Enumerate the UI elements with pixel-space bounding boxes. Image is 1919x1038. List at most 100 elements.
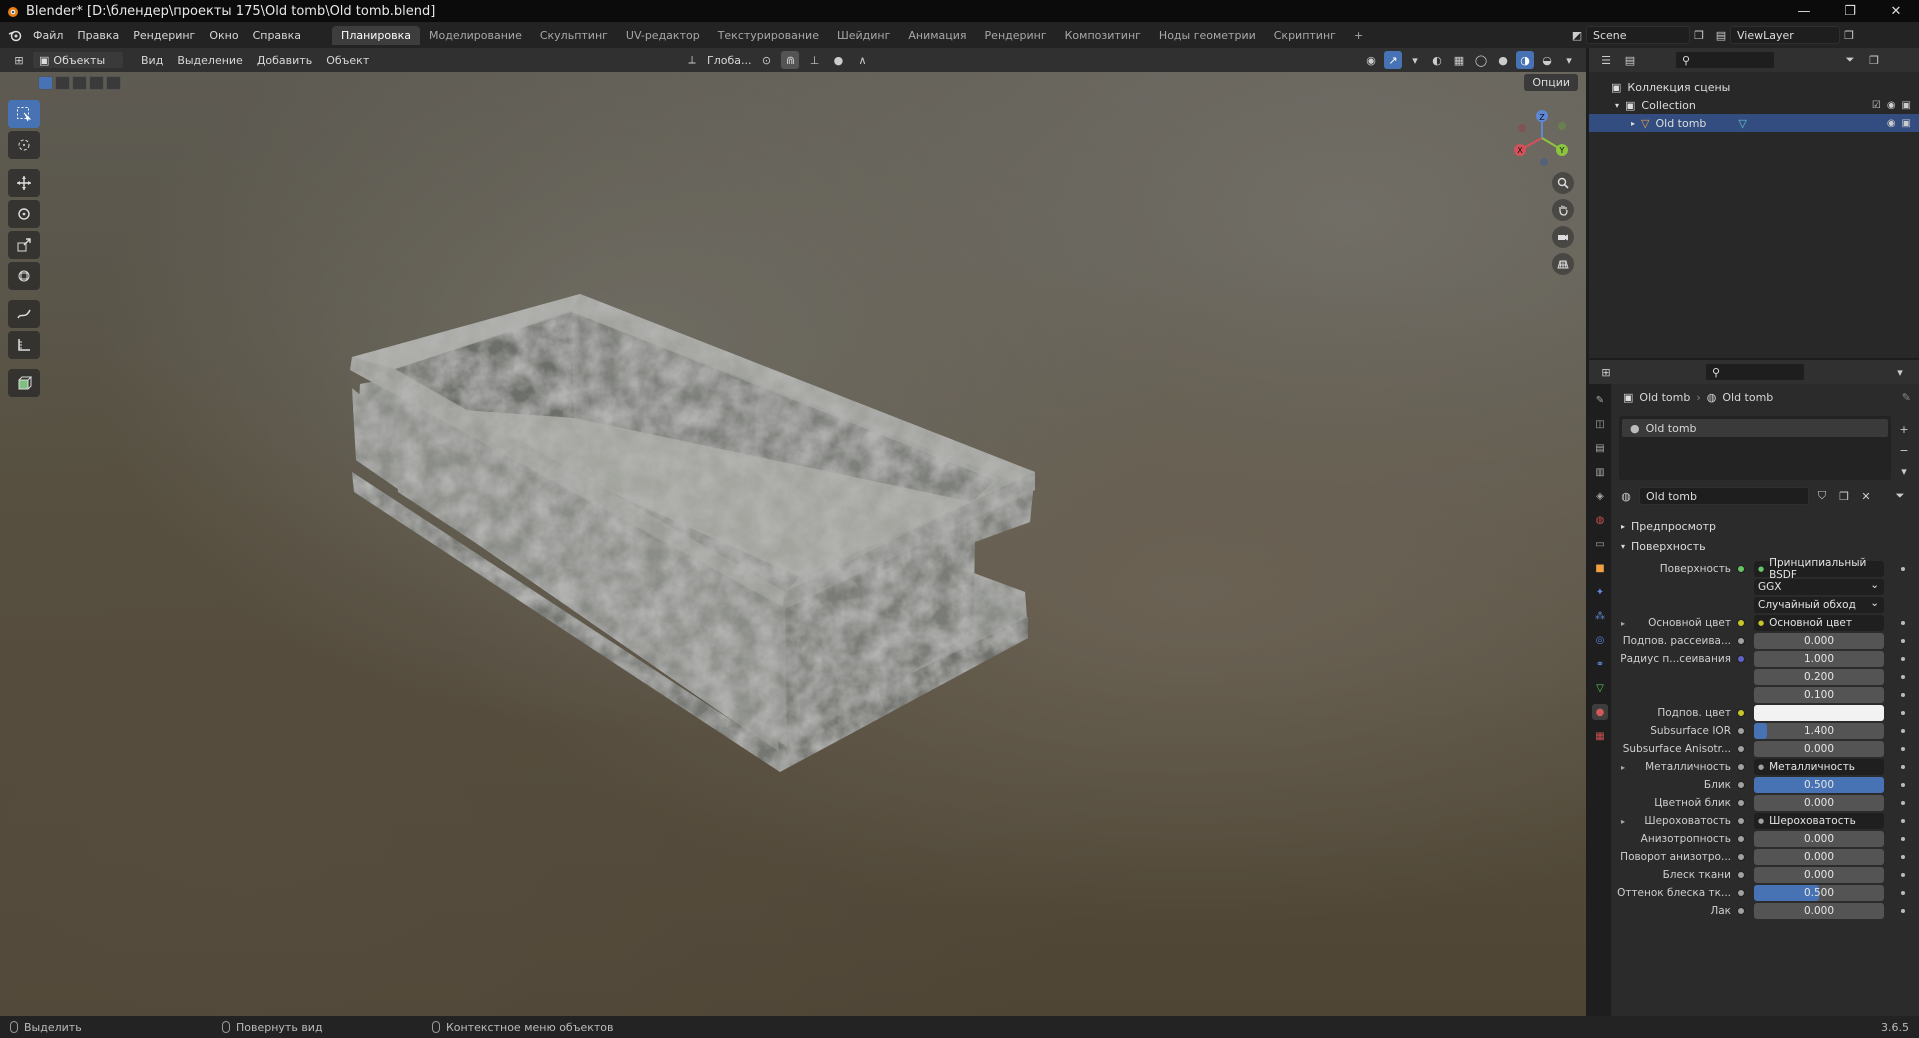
- expand-arrow-icon[interactable]: ▸: [1621, 763, 1625, 772]
- proportional-edit-icon[interactable]: ●: [829, 51, 847, 69]
- surface-panel-header[interactable]: ▾ Поверхность: [1611, 536, 1919, 556]
- slot-specials-icon[interactable]: ▾: [1895, 462, 1913, 480]
- keyframe-dot-icon[interactable]: [1901, 801, 1905, 805]
- remove-slot-button[interactable]: −: [1895, 441, 1913, 459]
- keyframe-dot-icon[interactable]: [1901, 639, 1905, 643]
- snap-target-icon[interactable]: ⊥: [805, 51, 823, 69]
- socket-icon[interactable]: [1737, 727, 1745, 735]
- number-field[interactable]: 1.000: [1754, 651, 1884, 667]
- shading-dropdown-icon[interactable]: ▾: [1560, 51, 1578, 69]
- keyframe-dot-icon[interactable]: [1901, 567, 1905, 571]
- scene-name-field[interactable]: Scene: [1586, 26, 1690, 44]
- object-tab-icon[interactable]: ■: [1592, 560, 1608, 576]
- number-field[interactable]: 0.000: [1754, 795, 1884, 811]
- editor-type-icon[interactable]: ⊞: [10, 51, 28, 69]
- socket-icon[interactable]: [1737, 763, 1745, 771]
- overlay-dropdown-icon[interactable]: ▾: [1406, 51, 1424, 69]
- display-mode-icon[interactable]: ▤: [1621, 51, 1639, 69]
- navigation-gizmo[interactable]: Z X Y: [1506, 102, 1576, 172]
- select-extend-icon[interactable]: [55, 76, 70, 90]
- menu-window[interactable]: Окно: [202, 29, 245, 42]
- transform-orientation-dropdown[interactable]: Глоба...: [707, 54, 751, 67]
- number-field[interactable]: 0.000: [1754, 867, 1884, 883]
- number-field[interactable]: 0.000: [1754, 831, 1884, 847]
- pivot-point-icon[interactable]: ⊙: [757, 51, 775, 69]
- wireframe-shading-icon[interactable]: ◯: [1472, 51, 1490, 69]
- options-dropdown[interactable]: Опции: [1524, 74, 1578, 91]
- camera-view-icon[interactable]: [1552, 226, 1574, 248]
- tool-tab-icon[interactable]: ✎: [1592, 392, 1608, 408]
- number-field[interactable]: 0.000: [1754, 633, 1884, 649]
- menu-edit[interactable]: Правка: [70, 29, 126, 42]
- keyframe-dot-icon[interactable]: [1901, 873, 1905, 877]
- socket-icon[interactable]: [1737, 907, 1745, 915]
- tab-layout[interactable]: Планировка: [332, 25, 421, 45]
- keyframe-dot-icon[interactable]: [1901, 711, 1905, 715]
- outliner-search-input[interactable]: ⚲: [1675, 51, 1775, 69]
- filter-icon[interactable]: ⏷: [1841, 51, 1859, 69]
- outliner-editor-type-icon[interactable]: ☰: [1597, 51, 1615, 69]
- unlink-material-icon[interactable]: ✕: [1857, 487, 1875, 505]
- properties-options-icon[interactable]: ▾: [1891, 363, 1909, 381]
- maximize-button[interactable]: ❐: [1827, 0, 1873, 22]
- camera-icon[interactable]: ▣: [1902, 100, 1911, 111]
- outliner-scene-collection[interactable]: ▣ Коллекция сцены: [1589, 78, 1919, 96]
- browse-material-icon[interactable]: ◍: [1617, 487, 1635, 505]
- keyframe-dot-icon[interactable]: [1901, 891, 1905, 895]
- socket-icon[interactable]: [1737, 781, 1745, 789]
- 3d-viewport[interactable]: Опции Z X Y: [0, 72, 1586, 1016]
- physics-tab-icon[interactable]: ◎: [1592, 632, 1608, 648]
- viewlayer-name-field[interactable]: ViewLayer: [1730, 26, 1840, 44]
- rendered-shading-icon[interactable]: ◒: [1538, 51, 1556, 69]
- perspective-toggle-icon[interactable]: [1552, 253, 1574, 275]
- mode-selector[interactable]: ▣ Объекты: [32, 51, 124, 69]
- tab-sculpting[interactable]: Скульптинг: [531, 26, 617, 45]
- keyframe-dot-icon[interactable]: [1901, 909, 1905, 913]
- material-preview-shading-icon[interactable]: ◑: [1516, 51, 1534, 69]
- viewlayer-icon[interactable]: ▤: [1712, 26, 1730, 44]
- keyframe-dot-icon[interactable]: [1901, 621, 1905, 625]
- tab-uv-editing[interactable]: UV-редактор: [617, 26, 709, 45]
- measure-tool-icon[interactable]: [8, 331, 40, 359]
- keyframe-dot-icon[interactable]: [1901, 657, 1905, 661]
- tab-rendering[interactable]: Рендеринг: [976, 26, 1056, 45]
- mesh-data-icon[interactable]: ▽: [1738, 117, 1746, 130]
- tab-geometry-nodes[interactable]: Ноды геометрии: [1150, 26, 1265, 45]
- number-field[interactable]: 0.000: [1754, 849, 1884, 865]
- tab-modeling[interactable]: Моделирование: [420, 26, 531, 45]
- number-field[interactable]: 0.500: [1754, 885, 1884, 901]
- property-dropdown[interactable]: Случайный обход ⌄: [1754, 597, 1884, 613]
- new-collection-icon[interactable]: ❐: [1865, 51, 1883, 69]
- tab-texture-paint[interactable]: Текстурирование: [709, 26, 828, 45]
- scene-icon[interactable]: ◩: [1568, 26, 1586, 44]
- keyframe-dot-icon[interactable]: [1901, 747, 1905, 751]
- solid-shading-icon[interactable]: ●: [1494, 51, 1512, 69]
- scene-tab-icon[interactable]: ◈: [1592, 488, 1608, 504]
- socket-icon[interactable]: [1737, 637, 1745, 645]
- material-slot[interactable]: ● Old tomb: [1622, 419, 1888, 437]
- keyframe-dot-icon[interactable]: [1901, 819, 1905, 823]
- menu-view[interactable]: Вид: [134, 54, 170, 67]
- view-layer-tab-icon[interactable]: ▥: [1592, 464, 1608, 480]
- texture-tab-icon[interactable]: ▦: [1592, 728, 1608, 744]
- tab-scripting[interactable]: Скриптинг: [1265, 26, 1345, 45]
- socket-icon[interactable]: [1737, 871, 1745, 879]
- properties-search-input[interactable]: ⚲: [1705, 363, 1805, 381]
- properties-editor-type-icon[interactable]: ⊞: [1597, 363, 1615, 381]
- overlays-icon[interactable]: ◐: [1428, 51, 1446, 69]
- node-filter-icon[interactable]: ⏷: [1891, 487, 1909, 505]
- falloff-icon[interactable]: ∧: [853, 51, 871, 69]
- scale-tool-icon[interactable]: [8, 231, 40, 259]
- blender-menu-icon[interactable]: [8, 28, 22, 42]
- transform-tool-icon[interactable]: [8, 262, 40, 290]
- socket-icon[interactable]: [1737, 799, 1745, 807]
- menu-add[interactable]: Добавить: [250, 54, 319, 67]
- tab-shading[interactable]: Шейдинг: [828, 26, 899, 45]
- menu-object[interactable]: Объект: [319, 54, 376, 67]
- collection-tab-icon[interactable]: ▭: [1592, 536, 1608, 552]
- socket-icon[interactable]: [1737, 745, 1745, 753]
- eye-icon[interactable]: ◉: [1887, 118, 1896, 129]
- pan-hand-icon[interactable]: [1552, 199, 1574, 221]
- menu-render[interactable]: Рендеринг: [126, 29, 202, 42]
- socket-icon[interactable]: [1737, 655, 1745, 663]
